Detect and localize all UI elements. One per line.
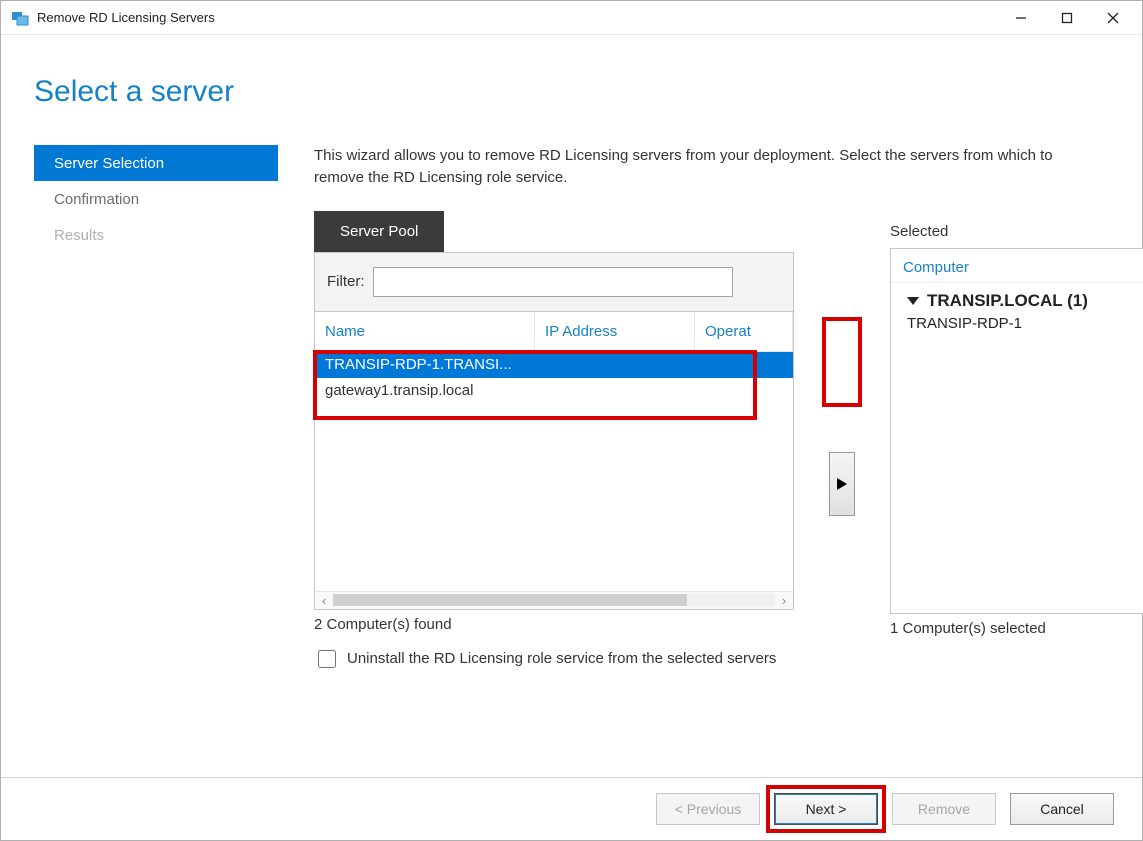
window-title: Remove RD Licensing Servers	[37, 10, 215, 25]
scroll-left-icon[interactable]: ‹	[315, 593, 333, 608]
table-row[interactable]: gateway1.transip.local	[315, 378, 793, 404]
add-arrow-button[interactable]	[829, 452, 855, 516]
highlight-annotation	[822, 317, 862, 407]
uninstall-checkbox[interactable]	[318, 650, 336, 668]
cancel-button[interactable]: Cancel	[1010, 793, 1114, 825]
column-operating-system[interactable]: Operat	[695, 312, 793, 351]
scroll-right-icon[interactable]: ›	[775, 593, 793, 608]
column-ip-address[interactable]: IP Address	[535, 312, 695, 351]
selected-column-computer[interactable]: Computer	[891, 253, 1143, 283]
page-header: Select a server	[1, 35, 1142, 109]
uninstall-checkbox-row[interactable]: Uninstall the RD Licensing role service …	[314, 637, 1143, 671]
list-item[interactable]: TRANSIP-RDP-1	[891, 311, 1143, 332]
wizard-footer: < Previous Next > Remove Cancel	[1, 777, 1142, 840]
horizontal-scrollbar[interactable]: ‹ ›	[315, 591, 793, 609]
page-title: Select a server	[34, 75, 1142, 109]
titlebar: Remove RD Licensing Servers	[1, 1, 1142, 35]
wizard-steps: Server Selection Confirmation Results	[34, 145, 278, 671]
close-button[interactable]	[1090, 3, 1136, 33]
next-button[interactable]: Next >	[774, 793, 878, 825]
app-icon	[11, 9, 29, 27]
minimize-button[interactable]	[998, 3, 1044, 33]
step-confirmation[interactable]: Confirmation	[34, 181, 278, 217]
window-controls	[998, 3, 1136, 33]
filter-bar: Filter:	[314, 252, 794, 312]
previous-button: < Previous	[656, 793, 760, 825]
selected-section-label: Selected	[890, 211, 1143, 248]
chevron-down-icon	[907, 297, 919, 305]
table-row[interactable]: TRANSIP-RDP-1.TRANSI...	[315, 352, 793, 378]
filter-input[interactable]	[373, 267, 733, 297]
selected-list: Computer TRANSIP.LOCAL (1) TRANSIP-RDP-1	[890, 248, 1143, 614]
step-server-selection[interactable]: Server Selection	[34, 145, 278, 181]
uninstall-checkbox-label: Uninstall the RD Licensing role service …	[347, 650, 776, 667]
step-results: Results	[34, 217, 278, 253]
server-pool-grid: Name IP Address Operat TRANSIP-RDP-1.TRA…	[314, 312, 794, 610]
filter-label: Filter:	[327, 273, 365, 290]
column-name[interactable]: Name	[315, 312, 535, 351]
maximize-button[interactable]	[1044, 3, 1090, 33]
remove-button: Remove	[892, 793, 996, 825]
tab-server-pool[interactable]: Server Pool	[314, 211, 444, 252]
computers-selected-text: 1 Computer(s) selected	[890, 614, 1143, 637]
grid-header: Name IP Address Operat	[315, 312, 793, 352]
intro-text: This wizard allows you to remove RD Lice…	[314, 145, 1094, 189]
tree-group[interactable]: TRANSIP.LOCAL (1)	[891, 283, 1143, 311]
computers-found-text: 2 Computer(s) found	[314, 610, 794, 633]
